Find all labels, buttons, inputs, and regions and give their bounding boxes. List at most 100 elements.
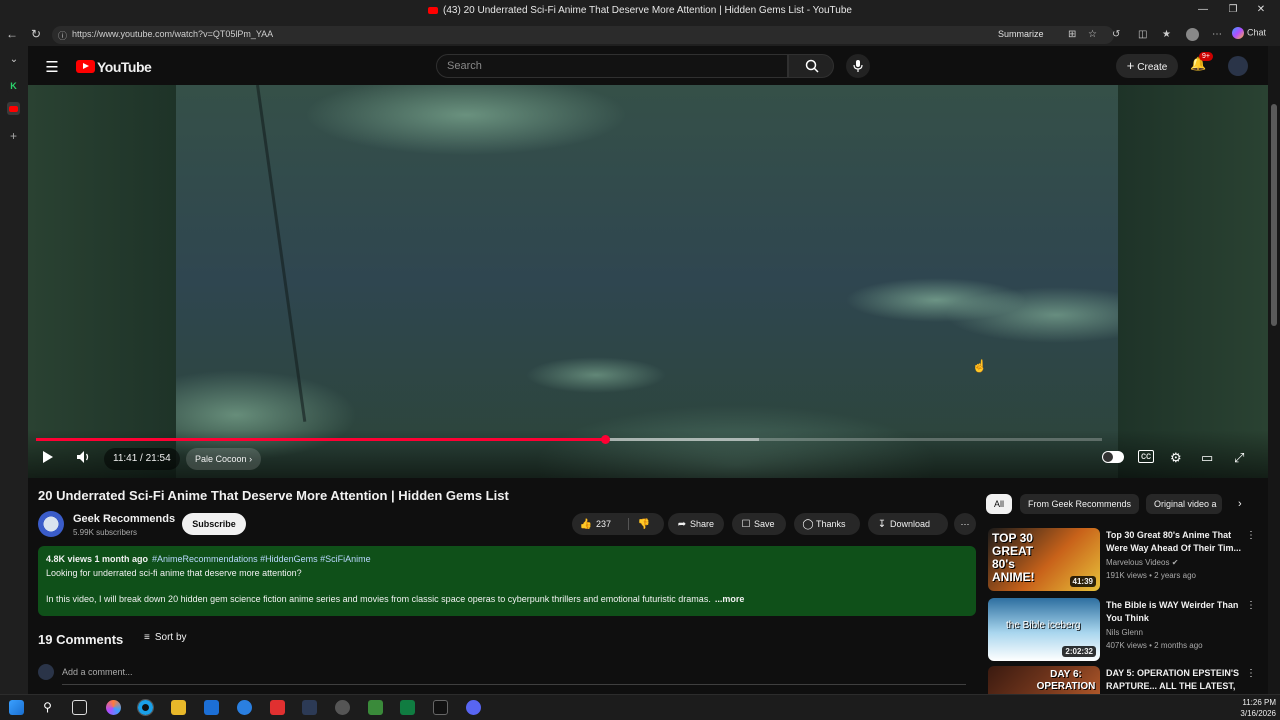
profile-icon[interactable]: [1186, 28, 1199, 41]
recommendation-item[interactable]: DAY 6: OPERATION DAY 5: OPERATION EPSTEI…: [988, 666, 1258, 694]
site-info-icon[interactable]: ⓘ: [58, 29, 67, 42]
video-thumbnail[interactable]: TOP 30 GREAT 80's ANIME! 41:39: [988, 528, 1100, 591]
address-bar[interactable]: ⓘ https://www.youtube.com/watch?v=QT05lP…: [52, 26, 1114, 44]
dislike-button[interactable]: 👎: [636, 513, 652, 536]
more-vertical-icon[interactable]: ⋮: [1246, 600, 1256, 611]
video-channel[interactable]: Nils Glenn: [1106, 628, 1143, 637]
favorite-star-icon[interactable]: ☆: [1088, 29, 1097, 40]
chip-from-channel[interactable]: From Geek Recommends: [1020, 494, 1140, 514]
refresh-button[interactable]: ↻: [28, 27, 44, 41]
chip-all[interactable]: All: [986, 494, 1013, 514]
download-button[interactable]: ↧ Download: [868, 513, 948, 535]
hamburger-menu-icon[interactable]: ☰: [44, 58, 60, 76]
video-stats: 407K views • 2 months ago: [1106, 641, 1203, 650]
youtube-app-icon[interactable]: [270, 700, 285, 715]
video-channel[interactable]: Marvelous Videos ✔: [1106, 558, 1178, 567]
system-clock[interactable]: 11:26 PM 3/16/2026: [1226, 697, 1276, 719]
app-circle-icon[interactable]: [335, 700, 350, 715]
tab-kick-icon[interactable]: K: [7, 80, 20, 93]
youtube-logo[interactable]: YouTube: [76, 58, 152, 76]
video-thumbnail[interactable]: DAY 6: OPERATION: [988, 666, 1100, 694]
play-button[interactable]: [42, 450, 54, 467]
new-tab-button[interactable]: +: [7, 130, 20, 143]
close-window-button[interactable]: ✕: [1252, 4, 1270, 15]
channel-avatar[interactable]: [38, 511, 64, 537]
video-thumbnail[interactable]: the Bible iceberg 2:02:32: [988, 598, 1100, 661]
thumbnail-text: TOP 30 GREAT 80's ANIME!: [992, 531, 1035, 584]
edge-browser-icon[interactable]: [137, 699, 154, 716]
tab-collapse-icon[interactable]: ⌄: [6, 54, 22, 65]
share-button[interactable]: ➦ Share: [668, 513, 724, 535]
search-input[interactable]: Search: [436, 54, 788, 78]
recommendation-item[interactable]: TOP 30 GREAT 80's ANIME! 41:39 Top 30 Gr…: [988, 528, 1258, 592]
scrubber-handle[interactable]: [601, 435, 611, 444]
subscribe-button[interactable]: Subscribe: [182, 513, 246, 535]
video-title[interactable]: DAY 5: OPERATION EPSTEIN'S RAPTURE... AL…: [1106, 667, 1242, 693]
app-box-icon[interactable]: [302, 700, 317, 715]
like-button[interactable]: 👍 237: [578, 513, 628, 536]
favorites-icon[interactable]: ★: [1162, 29, 1171, 40]
restore-button[interactable]: ❐: [1224, 4, 1242, 15]
show-more-button[interactable]: ...more: [715, 594, 745, 604]
plus-icon: +: [1126, 58, 1135, 73]
description-box[interactable]: 4.8K views 1 month ago #AnimeRecommendati…: [38, 546, 976, 616]
captions-icon[interactable]: cc: [1138, 450, 1154, 463]
settings-gear-icon[interactable]: ⚙: [1170, 450, 1182, 466]
recommendation-item[interactable]: the Bible iceberg 2:02:32 The Bible is W…: [988, 598, 1258, 662]
tab-youtube[interactable]: [7, 102, 20, 115]
more-vertical-icon[interactable]: ⋮: [1246, 530, 1256, 541]
more-vertical-icon[interactable]: ⋮: [1246, 668, 1256, 679]
search-icon[interactable]: ⚲: [40, 700, 55, 715]
task-view-icon[interactable]: [72, 700, 87, 715]
chapter-button[interactable]: Pale Cocoon ›: [186, 448, 262, 470]
video-stats: 191K views • 2 years ago: [1106, 571, 1196, 580]
page-scrollbar[interactable]: [1268, 46, 1280, 694]
discord-icon[interactable]: [466, 700, 481, 715]
split-screen-icon[interactable]: ◫: [1138, 29, 1147, 40]
chat-label: Chat: [1247, 27, 1267, 38]
more-actions-button[interactable]: ⋯: [954, 513, 976, 535]
hashtags[interactable]: #AnimeRecommendations #HiddenGems #SciFi…: [152, 554, 371, 564]
more-menu-icon[interactable]: ⋯: [1212, 29, 1222, 40]
back-button[interactable]: ←: [4, 27, 20, 41]
app-globe-icon[interactable]: [237, 700, 252, 715]
account-avatar[interactable]: [1228, 56, 1248, 76]
scrollbar-thumb[interactable]: [1271, 104, 1277, 326]
autoplay-toggle[interactable]: [1102, 448, 1124, 463]
notifications-button[interactable]: 🔔 9+: [1190, 52, 1213, 72]
video-player[interactable]: ☝ 11:41 / 21:54 Pale Cocoon › cc ⚙ ▭ ⤢: [28, 85, 1268, 478]
app-available-icon[interactable]: ⊞: [1068, 29, 1076, 40]
progress-bar[interactable]: [36, 435, 1102, 444]
chip-original-video[interactable]: Original video a: [1146, 494, 1222, 514]
thumbs-up-icon: 👍: [579, 519, 593, 530]
video-title[interactable]: Top 30 Great 80's Anime That Were Way Ah…: [1106, 529, 1242, 555]
copilot-chat-button[interactable]: Chat: [1232, 27, 1266, 39]
mute-button[interactable]: [76, 450, 92, 467]
create-button[interactable]: + Create: [1116, 54, 1178, 78]
file-explorer-icon[interactable]: [171, 700, 186, 715]
video-title[interactable]: The Bible is WAY Weirder Than You Think: [1106, 599, 1242, 625]
video-frame[interactable]: [176, 85, 1118, 478]
save-button[interactable]: ☐ Save: [732, 513, 786, 535]
minimize-button[interactable]: —: [1194, 4, 1212, 15]
voice-search-button[interactable]: [846, 54, 870, 78]
theater-mode-icon[interactable]: ▭: [1201, 450, 1213, 466]
add-comment-input[interactable]: Add a comment...: [62, 667, 133, 677]
excel-icon[interactable]: [400, 700, 415, 715]
channel-name[interactable]: Geek Recommends: [73, 513, 175, 525]
chapter-title: Pale Cocoon: [195, 454, 247, 464]
copilot-icon: [1232, 27, 1244, 39]
copilot-icon[interactable]: [106, 700, 121, 715]
fullscreen-icon[interactable]: ⤢: [1234, 450, 1244, 466]
summarize-button[interactable]: Summarize: [998, 29, 1044, 39]
terminal-icon[interactable]: [433, 700, 448, 715]
thanks-icon: ◯: [802, 519, 814, 530]
microsoft-store-icon[interactable]: [204, 700, 219, 715]
chips-next-button[interactable]: ›: [1230, 494, 1250, 514]
start-windows-icon[interactable]: [9, 700, 24, 715]
spreadsheet-icon[interactable]: [368, 700, 383, 715]
thanks-button[interactable]: ◯ Thanks: [794, 513, 860, 535]
sort-by-button[interactable]: ≡ Sort by: [144, 632, 187, 643]
refresh-extension-icon[interactable]: ↺: [1112, 29, 1120, 40]
search-button[interactable]: [788, 54, 834, 78]
